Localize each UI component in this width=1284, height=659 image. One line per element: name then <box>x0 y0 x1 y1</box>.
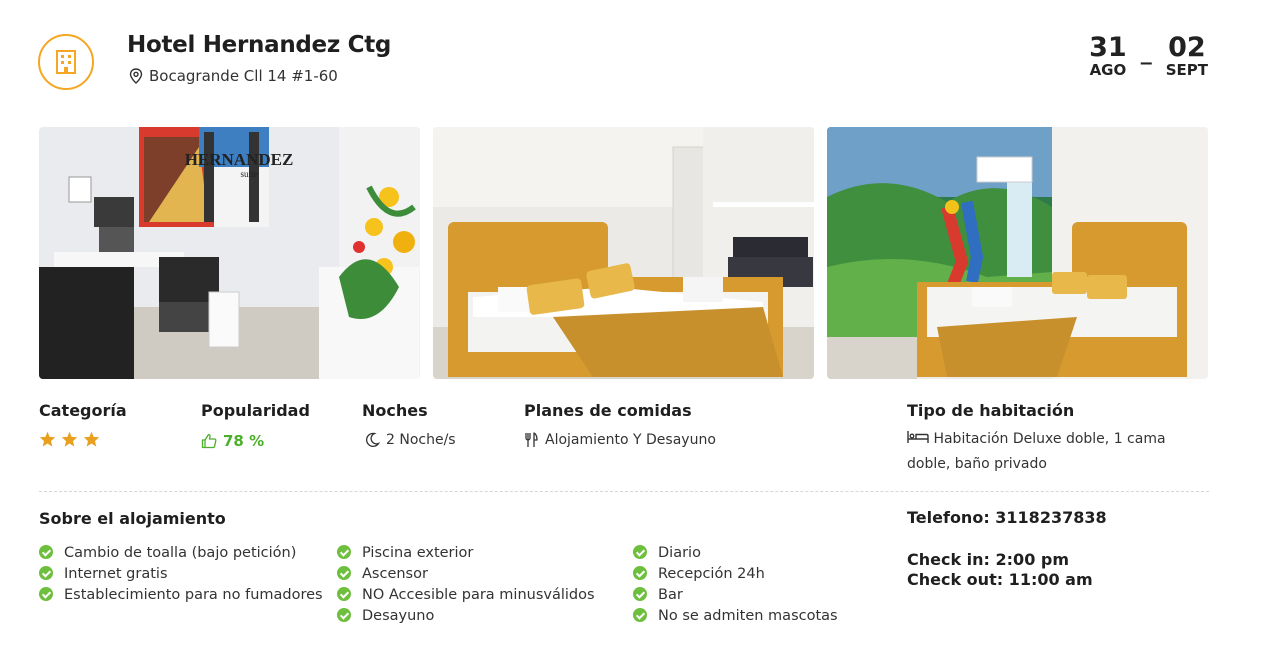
check-circle-icon <box>337 545 351 559</box>
date-separator: _ <box>1140 40 1152 65</box>
amenities-column-1: Cambio de toalla (bajo petición) Interne… <box>39 543 329 606</box>
nights-text: 2 Noche/s <box>386 432 456 448</box>
checkout-month: SEPT <box>1165 61 1208 79</box>
amenity-item: Piscina exterior <box>337 543 627 564</box>
popularity-label: Popularidad <box>201 401 310 420</box>
amenity-item: Diario <box>633 543 893 564</box>
bed-icon <box>907 431 929 443</box>
check-circle-icon <box>39 545 53 559</box>
location-pin-icon <box>129 68 143 84</box>
checkin-month: AGO <box>1089 61 1127 79</box>
amenity-item: Internet gratis <box>39 564 329 585</box>
nights-label: Noches <box>362 401 428 420</box>
amenity-item: NO Accesible para minusválidos <box>337 585 627 606</box>
address-text: Bocagrande Cll 14 #1-60 <box>149 67 338 85</box>
check-circle-icon <box>39 566 53 580</box>
amenities-column-3: Diario Recepción 24h Bar No se admiten m… <box>633 543 893 627</box>
photo-room-1[interactable] <box>433 127 814 379</box>
hotel-building-icon <box>56 50 76 74</box>
checkout-time: Check out: 11:00 am <box>907 570 1093 589</box>
check-circle-icon <box>633 608 647 622</box>
amenities-column-2: Piscina exterior Ascensor NO Accesible p… <box>337 543 627 627</box>
checkout-date: 02 SEPT <box>1166 34 1208 78</box>
checkin-day: 31 <box>1089 32 1127 63</box>
checkin-date: 31 AGO <box>1089 34 1127 78</box>
amenity-item: Ascensor <box>337 564 627 585</box>
reception-image: HERNANDEZ suite <box>39 127 420 379</box>
category-stars <box>39 431 100 447</box>
meal-plan-value: Alojamiento Y Desayuno <box>524 432 716 448</box>
nights-value: 2 Noche/s <box>364 432 456 448</box>
amenity-item: No se admiten mascotas <box>633 606 893 627</box>
moon-icon <box>365 432 380 447</box>
room-type-label: Tipo de habitación <box>907 401 1075 420</box>
star-icon <box>39 431 56 447</box>
amenity-item: Establecimiento para no fumadores <box>39 585 329 606</box>
thumbs-up-icon <box>201 433 217 449</box>
room-type-text: Habitación Deluxe doble, 1 cama doble, b… <box>907 431 1166 472</box>
hotel-address: Bocagrande Cll 14 #1-60 <box>129 67 338 85</box>
check-circle-icon <box>633 545 647 559</box>
about-title: Sobre el alojamiento <box>39 509 226 528</box>
phone-number: Telefono: 3118237838 <box>907 508 1107 527</box>
check-circle-icon <box>337 587 351 601</box>
check-circle-icon <box>39 587 53 601</box>
fork-knife-icon <box>525 432 538 447</box>
sign-suite: suite <box>241 169 258 179</box>
check-circle-icon <box>633 587 647 601</box>
hotel-name: Hotel Hernandez Ctg <box>127 32 392 58</box>
amenity-item: Cambio de toalla (bajo petición) <box>39 543 329 564</box>
check-circle-icon <box>337 566 351 580</box>
amenity-item: Recepción 24h <box>633 564 893 585</box>
room-image-1 <box>433 127 814 379</box>
popularity-percent: 78 % <box>223 432 265 450</box>
popularity-value: 78 % <box>201 432 264 450</box>
room-type-value: Habitación Deluxe doble, 1 cama doble, b… <box>907 427 1197 477</box>
checkout-day: 02 <box>1168 32 1206 63</box>
photo-reception[interactable]: HERNANDEZ suite <box>39 127 420 379</box>
photo-room-2[interactable] <box>827 127 1208 379</box>
star-icon <box>61 431 78 447</box>
category-label: Categoría <box>39 401 127 420</box>
hotel-logo <box>38 34 94 90</box>
meal-plan-label: Planes de comidas <box>524 401 692 420</box>
check-circle-icon <box>633 566 647 580</box>
stay-dates: 31 AGO _ 02 SEPT <box>1089 34 1208 78</box>
sign-hernandez: HERNANDEZ <box>185 150 294 169</box>
amenity-item: Desayuno <box>337 606 627 627</box>
section-divider <box>39 491 1209 492</box>
room-image-2 <box>827 127 1208 379</box>
star-icon <box>83 431 100 447</box>
amenity-item: Bar <box>633 585 893 606</box>
check-circle-icon <box>337 608 351 622</box>
checkin-time: Check in: 2:00 pm <box>907 550 1070 569</box>
meal-plan-text: Alojamiento Y Desayuno <box>545 432 716 448</box>
